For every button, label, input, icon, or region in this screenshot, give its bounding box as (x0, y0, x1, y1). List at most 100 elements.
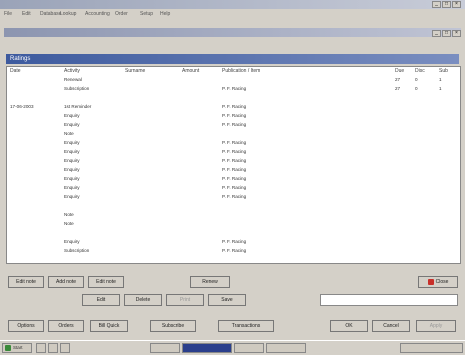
cell-pub: P. F. Racing (222, 149, 247, 154)
cell-due: 27 (395, 86, 401, 91)
renew-button[interactable]: Renew (190, 276, 230, 288)
print-button[interactable]: Print (166, 294, 204, 306)
save-button[interactable]: Save (208, 294, 246, 306)
menu-item-database[interactable]: Database (40, 11, 61, 17)
window-controls: _ □ × (432, 1, 461, 8)
transactions-button[interactable]: Transactions (218, 320, 274, 332)
list-row[interactable]: Enquiry P. F. Racing (7, 122, 460, 128)
cell-pub: P. F. Racing (222, 167, 247, 172)
maximize-icon[interactable]: □ (442, 30, 451, 37)
add-note-button[interactable]: Add note (48, 276, 84, 288)
cell-activity: Subscription (64, 248, 90, 253)
list-row[interactable]: Subscription P. F. Racing 27 0 1 (7, 86, 460, 92)
close-icon[interactable]: × (452, 1, 461, 8)
windows-logo-icon (5, 344, 11, 351)
maximize-icon[interactable]: □ (442, 1, 451, 8)
menu-item-accounting[interactable]: Accounting (85, 11, 110, 17)
cell-activity: Note (64, 212, 74, 217)
taskbar-item-3[interactable] (266, 343, 306, 353)
list-row[interactable]: Enquiry P. F. Racing (7, 194, 460, 200)
notes-field[interactable] (320, 294, 458, 306)
close-button[interactable]: Close (418, 276, 458, 288)
cell-pub: P. F. Racing (222, 122, 247, 127)
list-row[interactable]: Enquiry P. F. Racing (7, 158, 460, 164)
list-row[interactable]: Enquiry P. F. Racing (7, 185, 460, 191)
close-icon[interactable]: × (452, 30, 461, 37)
cell-activity: Renewal (64, 77, 82, 82)
section-header: Ratings (6, 54, 459, 64)
cell-disc: 0 (415, 77, 418, 82)
start-button[interactable]: Start (2, 343, 32, 353)
list-row[interactable]: Enquiry P. F. Racing (7, 140, 460, 146)
column-header[interactable]: Sub (439, 68, 448, 74)
column-header[interactable]: Publication / Item (222, 68, 260, 74)
cell-pub: P. F. Racing (222, 113, 247, 118)
column-header[interactable]: Date (10, 68, 21, 74)
cell-pub: P. F. Racing (222, 86, 247, 91)
list-row[interactable]: Enquiry P. F. Racing (7, 113, 460, 119)
subscribe-button[interactable]: Subscribe (150, 320, 196, 332)
cell-due: 27 (395, 77, 401, 82)
delete-button[interactable]: Delete (124, 294, 162, 306)
menu-item-edit[interactable]: Edit (22, 11, 31, 17)
quicklaunch-outlook-icon[interactable] (48, 343, 58, 353)
cell-pub: P. F. Racing (222, 158, 247, 163)
list-row[interactable]: Note (7, 131, 460, 137)
list-row[interactable]: Enquiry P. F. Racing (7, 149, 460, 155)
cell-activity: Enquiry (64, 194, 80, 199)
taskbar-item-1[interactable] (150, 343, 180, 353)
column-header[interactable]: Due (395, 68, 404, 74)
edit-button[interactable]: Edit (82, 294, 120, 306)
column-header[interactable]: Activity (64, 68, 80, 74)
list-row[interactable] (7, 230, 460, 236)
child-window-controls: _ □ × (432, 30, 461, 37)
options-button[interactable]: Options (8, 320, 44, 332)
menu-item-help[interactable]: Help (160, 11, 170, 17)
history-list[interactable]: Date Activity Surname Amount Publication / I… (6, 66, 461, 264)
list-row[interactable]: Note (7, 212, 460, 218)
ok-button[interactable]: OK (330, 320, 368, 332)
cell-sub: 1 (439, 77, 442, 82)
taskbar-item-2[interactable] (234, 343, 264, 353)
list-row[interactable] (7, 95, 460, 101)
list-row[interactable]: Enquiry P. F. Racing (7, 176, 460, 182)
column-header[interactable]: Disc (415, 68, 425, 74)
menu-item-file[interactable]: File (4, 11, 12, 17)
list-row[interactable]: Enquiry P. F. Racing (7, 167, 460, 173)
column-header[interactable]: Surname (125, 68, 145, 74)
quicklaunch-ie-icon[interactable] (36, 343, 46, 353)
cancel-button[interactable]: Cancel (372, 320, 410, 332)
orders-button[interactable]: Orders (48, 320, 84, 332)
list-row[interactable]: Subscription P. F. Racing (7, 248, 460, 254)
cell-activity: Subscription (64, 86, 90, 91)
cell-activity: Enquiry (64, 140, 80, 145)
cell-pub: P. F. Racing (222, 248, 247, 253)
cell-activity: Enquiry (64, 185, 80, 190)
minimize-icon[interactable]: _ (432, 1, 441, 8)
bill-quick-button[interactable]: Bill Quick (90, 320, 128, 332)
cell-activity: Note (64, 131, 74, 136)
apply-button[interactable]: Apply (416, 320, 456, 332)
cell-disc: 0 (415, 86, 418, 91)
menu-item-order[interactable]: Order (115, 11, 128, 17)
cell-sub: 1 (439, 86, 442, 91)
cell-activity: Enquiry (64, 149, 80, 154)
edit-note-button[interactable]: Edit note (8, 276, 44, 288)
edit-note-button-2[interactable]: Edit note (88, 276, 124, 288)
menu-item-setup[interactable]: Setup (140, 11, 153, 17)
list-row[interactable]: Renewal 27 0 1 (7, 77, 460, 83)
list-row[interactable]: 17-06-2003 1st Reminder P. F. Racing (7, 104, 460, 110)
close-icon (427, 278, 434, 285)
quicklaunch-desktop-icon[interactable] (60, 343, 70, 353)
cell-activity: Enquiry (64, 176, 80, 181)
list-row[interactable]: Note (7, 221, 460, 227)
minimize-icon[interactable]: _ (432, 30, 441, 37)
system-tray (400, 343, 463, 353)
cell-pub: P. F. Racing (222, 140, 247, 145)
taskbar: Start (0, 340, 465, 355)
taskbar-item-active[interactable] (182, 343, 232, 353)
list-row[interactable]: Enquiry P. F. Racing (7, 239, 460, 245)
list-row[interactable] (7, 203, 460, 209)
menu-item-lookup[interactable]: Lookup (60, 11, 76, 17)
column-header[interactable]: Amount (182, 68, 199, 74)
